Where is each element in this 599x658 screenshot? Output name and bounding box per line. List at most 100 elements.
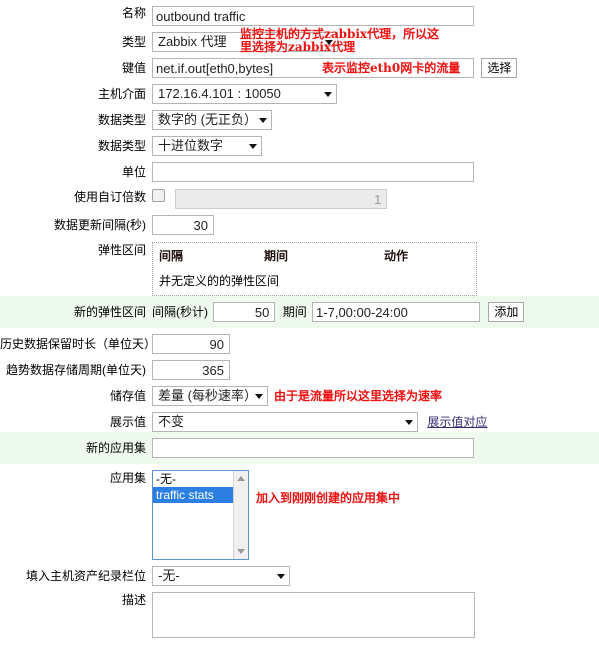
label-description: 描述 [121, 593, 146, 607]
label-name: 名称 [121, 6, 146, 20]
chevron-down-icon [324, 92, 332, 97]
chevron-down-icon [277, 574, 285, 579]
type-select-value: Zabbix 代理 [158, 34, 227, 49]
value-type-value: 数字的 (无正负） [158, 112, 257, 127]
flexible-intervals-empty-text: 并无定义的的弹性区间 [159, 274, 280, 288]
applications-scrollbar[interactable] [233, 471, 248, 559]
row-custom-multiplier: 使用自订倍数 [0, 182, 599, 209]
label-units: 单位 [121, 165, 146, 179]
row-data-type: 数据类型 十进位数字 [0, 130, 599, 156]
row-show-value: 展示值 不变 展示值对应 [0, 406, 599, 432]
row-inventory-field: 填入主机资产纪录栏位 -无- [0, 560, 599, 586]
row-host-interface: 主机介面 172.16.4.101 : 10050 [0, 78, 599, 104]
trends-input[interactable] [152, 360, 230, 380]
row-store-value: 储存值 差量 (每秒速率） 由于是流量所以这里选择为速率 [0, 380, 599, 406]
chevron-down-icon [249, 144, 257, 149]
flexible-intervals-header-period: 期间 [264, 249, 289, 263]
label-key: 键值 [121, 61, 146, 75]
label-host-interface: 主机介面 [97, 87, 146, 101]
field-new-application [152, 438, 599, 458]
row-update-interval: 数据更新间隔(秒) [0, 209, 599, 235]
row-applications: 应用集 -无- traffic stats 加入到刚刚创建的应用集中 [0, 464, 599, 560]
field-store-value: 差量 (每秒速率） 由于是流量所以这里选择为速率 [152, 386, 599, 406]
row-value-type: 数据类型 数字的 (无正负） [0, 104, 599, 130]
row-name: 名称 [0, 0, 599, 26]
field-units [152, 162, 599, 182]
field-flexible-intervals: 间隔 期间 动作 并无定义的的弹性区间 [152, 242, 599, 296]
label-applications: 应用集 [109, 471, 146, 485]
store-value-select[interactable]: 差量 (每秒速率） [152, 386, 268, 406]
label-custom-multiplier: 使用自订倍数 [73, 190, 146, 204]
custom-multiplier-checkbox[interactable] [152, 189, 165, 202]
field-trends [152, 360, 599, 380]
label-inventory-field: 填入主机资产纪录栏位 [25, 569, 146, 583]
row-key: 键值 选择 表示监控eth0网卡的流量 [0, 52, 599, 78]
field-description [152, 592, 599, 641]
field-custom-multiplier [152, 189, 599, 209]
label-new-application: 新的应用集 [85, 441, 146, 455]
show-value-value: 不变 [158, 414, 185, 429]
new-period-sublabel: 期间 [282, 305, 307, 319]
row-type: 类型 Zabbix 代理 监控主机的方式zabbix代理，所以这 里选择为zab… [0, 26, 599, 54]
label-update-interval: 数据更新间隔(秒) [54, 218, 146, 232]
show-value-select[interactable]: 不变 [152, 412, 418, 432]
new-period-input[interactable] [312, 302, 481, 322]
field-data-type: 十进位数字 [152, 136, 599, 156]
store-value-value: 差量 (每秒速率） [158, 388, 257, 403]
flexible-intervals-table: 间隔 期间 动作 并无定义的的弹性区间 [152, 242, 477, 296]
row-units: 单位 [0, 156, 599, 182]
label-flexible-intervals: 弹性区间 [97, 243, 146, 257]
key-input[interactable] [152, 58, 474, 78]
chevron-down-icon [325, 40, 333, 45]
host-interface-value: 172.16.4.101 : 10050 [158, 86, 281, 101]
custom-multiplier-input [175, 189, 388, 209]
chevron-down-icon [259, 118, 267, 123]
new-interval-sublabel: 间隔(秒计) [152, 305, 208, 319]
label-value-type: 数据类型 [97, 113, 146, 127]
field-history [152, 334, 599, 354]
flexible-intervals-header: 间隔 期间 动作 [159, 247, 470, 264]
field-inventory-field: -无- [152, 566, 599, 586]
row-new-application: 新的应用集 [0, 432, 599, 464]
add-flexible-interval-button[interactable]: 添加 [488, 302, 525, 322]
store-value-annotation: 由于是流量所以这里选择为速率 [274, 389, 443, 403]
type-select[interactable]: Zabbix 代理 [152, 32, 338, 52]
field-applications: -无- traffic stats 加入到刚刚创建的应用集中 [152, 470, 599, 560]
data-type-value: 十进位数字 [158, 138, 224, 153]
field-type: Zabbix 代理 监控主机的方式zabbix代理，所以这 里选择为zabbix… [152, 28, 599, 54]
new-application-input[interactable] [152, 438, 474, 458]
label-type: 类型 [121, 35, 146, 49]
row-history: 历史数据保留时长（单位天） [0, 328, 599, 354]
units-input[interactable] [152, 162, 474, 182]
field-value-type: 数字的 (无正负） [152, 110, 599, 130]
inventory-field-value: -无- [158, 568, 180, 583]
item-configuration-form: 名称 类型 Zabbix 代理 监控主机的方式zabbix代理，所以这 里选择为… [0, 0, 599, 641]
row-trends: 趋势数据存储周期(单位天) [0, 354, 599, 380]
chevron-down-icon [255, 394, 263, 399]
field-new-flexible-interval: 间隔(秒计) 期间 添加 [152, 302, 599, 322]
flexible-intervals-header-interval: 间隔 [159, 249, 184, 263]
new-interval-input[interactable] [213, 302, 276, 322]
row-description: 描述 [0, 586, 599, 641]
label-store-value: 储存值 [109, 389, 146, 403]
label-history: 历史数据保留时长（单位天） [0, 337, 157, 351]
flexible-intervals-header-action: 动作 [384, 249, 409, 263]
update-interval-input[interactable] [152, 215, 214, 235]
key-select-button[interactable]: 选择 [481, 58, 518, 78]
label-data-type: 数据类型 [97, 139, 146, 153]
row-flexible-intervals: 弹性区间 间隔 期间 动作 并无定义的的弹性区间 [0, 235, 599, 296]
value-type-select[interactable]: 数字的 (无正负） [152, 110, 272, 130]
scroll-up-arrow-icon[interactable] [237, 476, 245, 481]
scroll-down-arrow-icon[interactable] [237, 549, 245, 554]
value-mapping-link[interactable]: 展示值对应 [427, 412, 487, 432]
applications-listbox[interactable]: -无- traffic stats [152, 470, 249, 560]
field-key: 选择 表示监控eth0网卡的流量 [152, 58, 599, 78]
label-show-value: 展示值 [109, 415, 146, 429]
data-type-select[interactable]: 十进位数字 [152, 136, 262, 156]
host-interface-select[interactable]: 172.16.4.101 : 10050 [152, 84, 337, 104]
history-input[interactable] [152, 334, 230, 354]
inventory-field-select[interactable]: -无- [152, 566, 290, 586]
applications-annotation: 加入到刚刚创建的应用集中 [256, 491, 401, 505]
name-input[interactable] [152, 6, 474, 26]
description-textarea[interactable] [152, 592, 475, 638]
